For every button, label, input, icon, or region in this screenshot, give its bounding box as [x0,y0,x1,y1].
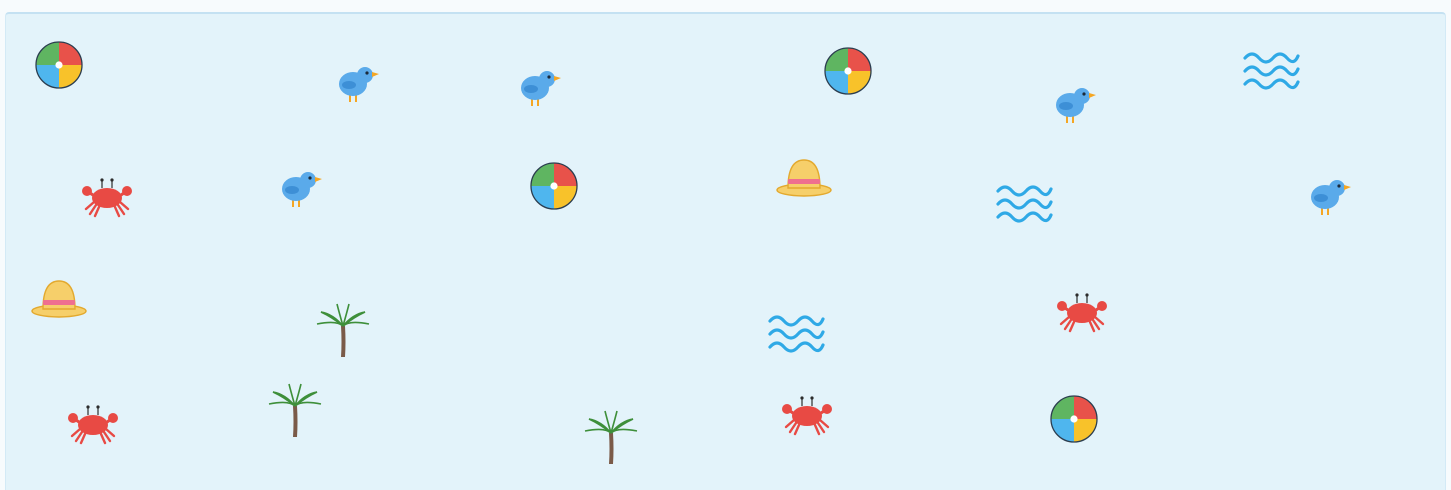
bird-icon[interactable] [512,64,568,112]
sun-hat-icon[interactable] [30,277,88,319]
crab-icon[interactable] [80,176,134,220]
bird-icon[interactable] [1302,173,1358,221]
sun-hat-icon[interactable] [775,156,833,198]
beach-ball-icon[interactable] [530,162,578,210]
palm-tree-icon[interactable] [583,409,639,467]
beach-ball-icon[interactable] [824,47,872,95]
game-board [5,12,1446,490]
waves-icon[interactable] [767,313,825,357]
beach-ball-icon[interactable] [1050,395,1098,443]
bird-icon[interactable] [273,165,329,213]
beach-ball-icon[interactable] [35,41,83,89]
waves-icon[interactable] [995,183,1053,227]
palm-tree-icon[interactable] [315,302,371,360]
bird-icon[interactable] [1047,81,1103,129]
crab-icon[interactable] [66,403,120,447]
bird-icon[interactable] [330,60,386,108]
palm-tree-icon[interactable] [267,382,323,440]
crab-icon[interactable] [1055,291,1109,335]
crab-icon[interactable] [780,394,834,438]
waves-icon[interactable] [1242,50,1300,94]
